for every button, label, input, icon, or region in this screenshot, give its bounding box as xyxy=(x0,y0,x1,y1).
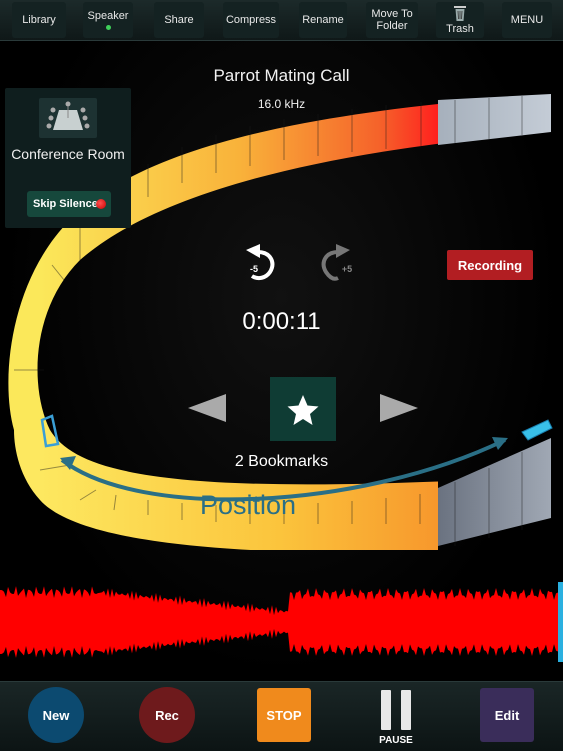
rec-label: Rec xyxy=(155,707,179,723)
skip-forward-arrowhead xyxy=(336,244,350,258)
pause-button[interactable]: PAUSE xyxy=(372,686,420,746)
add-bookmark-button[interactable] xyxy=(270,377,336,441)
edit-button[interactable]: Edit xyxy=(480,688,534,742)
skip-forward-button[interactable]: +5 xyxy=(321,244,352,281)
edit-label: Edit xyxy=(494,707,520,723)
room-label: Conference Room xyxy=(11,146,125,162)
new-button[interactable]: New xyxy=(28,687,84,743)
skip-back-label: -5 xyxy=(250,264,258,274)
room-panel: Conference Room Skip Silence xyxy=(5,88,131,228)
pause-icon xyxy=(381,690,411,730)
skip-silence-indicator xyxy=(96,199,106,209)
skip-silence-label: Skip Silence xyxy=(33,198,98,210)
new-label: New xyxy=(42,707,70,723)
stop-button[interactable]: STOP xyxy=(257,688,311,742)
conference-table-svg xyxy=(46,101,90,130)
stop-label: STOP xyxy=(266,707,302,723)
rec-button[interactable]: Rec xyxy=(139,687,195,743)
skip-back-arrowhead xyxy=(246,244,260,258)
skip-forward-icon xyxy=(321,250,339,281)
pause-label: PAUSE xyxy=(379,735,413,746)
conference-room-icon[interactable] xyxy=(39,98,97,138)
recording-status-button[interactable]: Recording xyxy=(447,250,533,280)
previous-bookmark-icon[interactable] xyxy=(188,394,226,422)
skip-back-button[interactable]: -5 xyxy=(246,244,275,281)
star-icon xyxy=(287,395,319,425)
position-playhead-marker[interactable] xyxy=(521,419,553,441)
recording-title[interactable]: Parrot Mating Call xyxy=(0,66,563,86)
position-label: Position xyxy=(200,490,296,520)
skip-forward-label: +5 xyxy=(342,264,352,274)
waveform-playhead[interactable] xyxy=(558,582,563,662)
waveform-display[interactable] xyxy=(0,582,563,662)
skip-silence-button[interactable]: Skip Silence xyxy=(27,191,111,217)
waveform-shape xyxy=(0,586,558,658)
next-bookmark-icon[interactable] xyxy=(380,394,418,422)
bookmark-count: 2 Bookmarks xyxy=(234,453,329,470)
elapsed-time: 0:00:11 xyxy=(242,308,321,335)
